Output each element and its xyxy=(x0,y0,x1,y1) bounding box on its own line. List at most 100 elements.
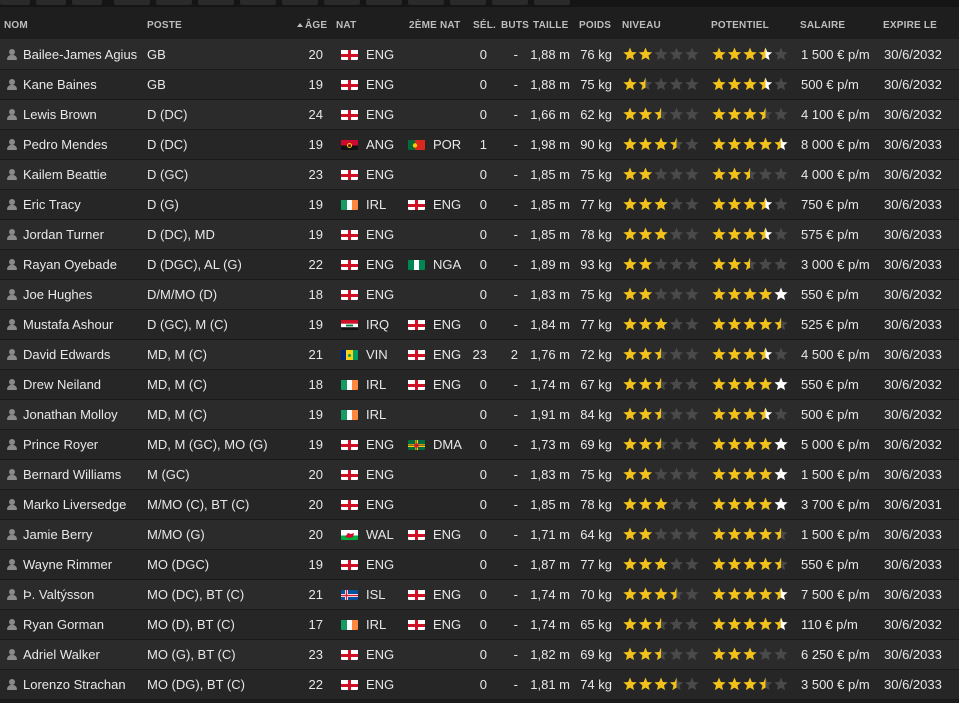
table-row[interactable]: Bailee-James Agius GB 20 ENG 0 - 1,88 m … xyxy=(0,40,959,70)
player-nation[interactable]: ENG xyxy=(366,437,394,452)
player-name[interactable]: Kane Baines xyxy=(23,77,97,92)
player-name[interactable]: Þ. Valtýsson xyxy=(23,587,94,602)
table-row[interactable]: Prince Royer MD, M (GC), MO (G) 19 ENG D… xyxy=(0,430,959,460)
table-row[interactable]: Joe Hughes D/M/MO (D) 18 ENG 0 - 1,83 m … xyxy=(0,280,959,310)
player-name[interactable]: Lorenzo Strachan xyxy=(23,677,126,692)
table-row[interactable]: Þ. Valtýsson MO (DC), BT (C) 21 ISL ENG … xyxy=(0,580,959,610)
player-name[interactable]: Bailee-James Agius xyxy=(23,47,137,62)
player-nation[interactable]: IRL xyxy=(366,407,386,422)
table-row[interactable]: Mustafa Ashour D (GC), M (C) 19 IRQ ENG … xyxy=(0,310,959,340)
potential-stars-icon xyxy=(712,287,788,301)
table-row[interactable]: Pedro Mendes D (DC) 19 ANG POR 1 - 1,98 … xyxy=(0,130,959,160)
player-nation[interactable]: ENG xyxy=(366,167,394,182)
player-nation[interactable]: VIN xyxy=(366,347,388,362)
player-nation[interactable]: ENG xyxy=(366,647,394,662)
table-row[interactable]: Jonathan Molloy MD, M (C) 19 IRL 0 - 1,9… xyxy=(0,400,959,430)
col-potentiel[interactable]: POTENTIEL xyxy=(711,20,769,31)
player-nation[interactable]: ENG xyxy=(366,287,394,302)
player-second-nation[interactable]: POR xyxy=(433,137,461,152)
table-row[interactable]: Jordan Turner D (DC), MD 19 ENG 0 - 1,85… xyxy=(0,220,959,250)
player-nation[interactable]: ENG xyxy=(366,227,394,242)
player-caps: 0 xyxy=(479,107,487,122)
table-row[interactable]: Marko Liversedge M/MO (C), BT (C) 20 ENG… xyxy=(0,490,959,520)
player-name[interactable]: Jordan Turner xyxy=(23,227,104,242)
player-name[interactable]: Eric Tracy xyxy=(23,197,81,212)
player-second-nation[interactable]: ENG xyxy=(433,617,461,632)
col-nat2[interactable]: 2ÈME NAT xyxy=(409,20,460,31)
player-name[interactable]: Kailem Beattie xyxy=(23,167,107,182)
player-name[interactable]: Rayan Oyebade xyxy=(23,257,117,272)
player-nation[interactable]: ENG xyxy=(366,77,394,92)
col-nom[interactable]: NOM xyxy=(4,20,28,31)
player-second-nation[interactable]: ENG xyxy=(433,527,461,542)
col-age[interactable]: ÂGE xyxy=(297,20,327,31)
col-sel[interactable]: SÉL. xyxy=(473,20,496,31)
col-salaire[interactable]: SALAIRE xyxy=(800,20,845,31)
table-row[interactable]: Rayan Oyebade D (DGC), AL (G) 22 ENG NGA… xyxy=(0,250,959,280)
player-nation[interactable]: ENG xyxy=(366,677,394,692)
player-name[interactable]: Jamie Berry xyxy=(23,527,92,542)
col-expire[interactable]: EXPIRE LE xyxy=(883,20,937,31)
player-second-nation[interactable]: ENG xyxy=(433,197,461,212)
potential-stars-icon xyxy=(712,377,788,391)
player-goals: - xyxy=(513,377,518,392)
player-second-nation[interactable]: ENG xyxy=(433,317,461,332)
table-row[interactable]: Ryan Gorman MO (D), BT (C) 17 IRL ENG 0 … xyxy=(0,610,959,640)
player-name[interactable]: Bernard Williams xyxy=(23,467,121,482)
player-name[interactable]: Mustafa Ashour xyxy=(23,317,113,332)
player-name[interactable]: Jonathan Molloy xyxy=(23,407,118,422)
player-nation[interactable]: IRL xyxy=(366,197,386,212)
player-name[interactable]: David Edwards xyxy=(23,347,110,362)
player-name[interactable]: Wayne Rimmer xyxy=(23,557,112,572)
person-icon xyxy=(7,259,17,270)
player-name[interactable]: Lewis Brown xyxy=(23,107,97,122)
player-nation[interactable]: ENG xyxy=(366,467,394,482)
col-niveau[interactable]: NIVEAU xyxy=(622,20,661,31)
col-taille[interactable]: TAILLE xyxy=(533,20,568,31)
player-second-nation[interactable]: ENG xyxy=(433,347,461,362)
player-second-nation[interactable]: ENG xyxy=(433,377,461,392)
player-nation[interactable]: WAL xyxy=(366,527,394,542)
player-nation[interactable]: ENG xyxy=(366,557,394,572)
player-position: D (GC) xyxy=(147,167,189,182)
table-row[interactable]: Eric Tracy D (G) 19 IRL ENG 0 - 1,85 m 7… xyxy=(0,190,959,220)
player-nation[interactable]: IRQ xyxy=(366,317,389,332)
player-nation[interactable]: ENG xyxy=(366,47,394,62)
player-second-nation[interactable]: NGA xyxy=(433,257,461,272)
player-nation[interactable]: IRL xyxy=(366,377,386,392)
col-nat[interactable]: NAT xyxy=(336,20,356,31)
player-name[interactable]: Joe Hughes xyxy=(23,287,92,302)
table-row[interactable]: Jamie Berry M/MO (G) 20 WAL ENG 0 - 1,71… xyxy=(0,520,959,550)
player-weight: 72 kg xyxy=(580,347,612,362)
table-row[interactable]: David Edwards MD, M (C) 21 VIN ENG 23 2 … xyxy=(0,340,959,370)
table-row[interactable]: Lorenzo Strachan MO (DG), BT (C) 22 ENG … xyxy=(0,670,959,700)
table-row[interactable]: Bernard Williams M (GC) 20 ENG 0 - 1,83 … xyxy=(0,460,959,490)
player-second-nation[interactable]: ENG xyxy=(433,587,461,602)
table-row[interactable]: Wayne Rimmer MO (DGC) 19 ENG 0 - 1,87 m … xyxy=(0,550,959,580)
col-poste[interactable]: POSTE xyxy=(147,20,182,31)
player-name[interactable]: Adriel Walker xyxy=(23,647,100,662)
col-buts[interactable]: BUTS xyxy=(501,20,529,31)
player-nation[interactable]: ISL xyxy=(366,587,386,602)
player-nation[interactable]: ENG xyxy=(366,497,394,512)
player-name[interactable]: Pedro Mendes xyxy=(23,137,108,152)
table-row[interactable]: Lewis Brown D (DC) 24 ENG 0 - 1,66 m 62 … xyxy=(0,100,959,130)
player-wage: 8 000 € p/m xyxy=(801,137,870,152)
table-row[interactable]: Drew Neiland MD, M (C) 18 IRL ENG 0 - 1,… xyxy=(0,370,959,400)
second-nation-flag-icon xyxy=(408,139,425,150)
player-nation[interactable]: ANG xyxy=(366,137,394,152)
table-row[interactable]: Kailem Beattie D (GC) 23 ENG 0 - 1,85 m … xyxy=(0,160,959,190)
col-poids[interactable]: POIDS xyxy=(579,20,611,31)
player-name[interactable]: Marko Liversedge xyxy=(23,497,126,512)
player-second-nation[interactable]: DMA xyxy=(433,437,462,452)
player-nation[interactable]: ENG xyxy=(366,107,394,122)
player-name[interactable]: Prince Royer xyxy=(23,437,98,452)
table-row[interactable]: Kane Baines GB 19 ENG 0 - 1,88 m 75 kg 5… xyxy=(0,70,959,100)
player-nation[interactable]: ENG xyxy=(366,257,394,272)
ability-stars-icon xyxy=(623,647,699,661)
player-name[interactable]: Drew Neiland xyxy=(23,377,101,392)
player-nation[interactable]: IRL xyxy=(366,617,386,632)
potential-stars-icon xyxy=(712,227,788,241)
player-name[interactable]: Ryan Gorman xyxy=(23,617,104,632)
table-row[interactable]: Adriel Walker MO (G), BT (C) 23 ENG 0 - … xyxy=(0,640,959,670)
